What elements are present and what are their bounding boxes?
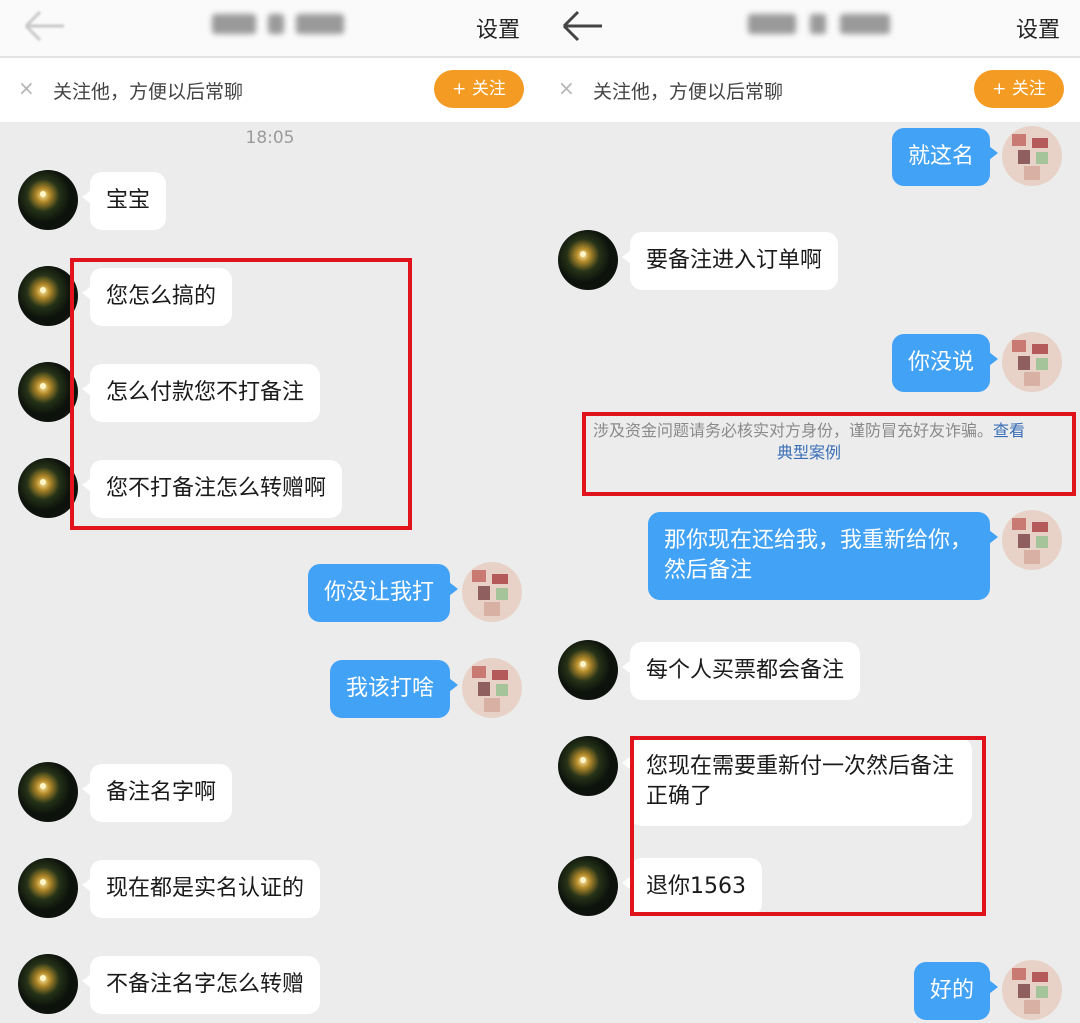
follow-button[interactable]: + 关注 — [434, 70, 524, 108]
right-chat-screen: 设置 × 关注他，方便以后常聊 + 关注 就这名 要备注进入订单啊 你没说 涉及… — [540, 0, 1080, 1023]
contact-avatar[interactable] — [18, 858, 78, 918]
self-avatar[interactable] — [462, 562, 522, 622]
close-icon[interactable]: × — [18, 78, 35, 98]
contact-avatar[interactable] — [18, 362, 78, 422]
self-avatar[interactable] — [1002, 126, 1062, 186]
follow-button[interactable]: + 关注 — [974, 70, 1064, 108]
self-avatar[interactable] — [462, 658, 522, 718]
self-avatar[interactable] — [1002, 332, 1062, 392]
contact-avatar[interactable] — [558, 640, 618, 700]
contact-name-blurred — [748, 10, 890, 38]
settings-button[interactable]: 设置 — [476, 12, 520, 44]
message-bubble: 宝宝 — [81, 172, 167, 230]
message-bubble: 好的 — [913, 962, 999, 1020]
contact-avatar[interactable] — [18, 170, 78, 230]
highlight-box — [630, 736, 986, 916]
contact-avatar[interactable] — [18, 458, 78, 518]
contact-avatar[interactable] — [18, 762, 78, 822]
message-bubble: 我该打啥 — [329, 660, 459, 718]
follow-prompt-bar: × 关注他，方便以后常聊 + 关注 — [0, 58, 540, 122]
contact-name-blurred — [212, 10, 344, 38]
contact-avatar[interactable] — [18, 266, 78, 326]
message-bubble: 不备注名字怎么转赠 — [81, 956, 321, 1014]
message-bubble: 现在都是实名认证的 — [81, 860, 321, 918]
follow-prompt-text: 关注他，方便以后常聊 — [593, 81, 784, 103]
left-chat-screen: 设置 × 关注他，方便以后常聊 + 关注 18:05 宝宝 您怎么搞的 怎么付款… — [0, 0, 540, 1023]
message-timestamp: 18:05 — [245, 128, 295, 148]
highlight-box — [582, 412, 1076, 496]
contact-avatar[interactable] — [18, 954, 78, 1014]
message-bubble: 你没让我打 — [307, 564, 459, 622]
message-bubble: 那你现在还给我，我重新给你，然后备注 — [648, 512, 998, 600]
contact-avatar[interactable] — [558, 856, 618, 916]
contact-avatar[interactable] — [558, 736, 618, 796]
message-bubble: 备注名字啊 — [81, 764, 233, 822]
chat-header: 设置 — [540, 0, 1080, 58]
back-arrow-icon[interactable] — [560, 8, 606, 44]
message-bubble: 就这名 — [891, 128, 999, 186]
contact-avatar[interactable] — [558, 230, 618, 290]
self-avatar[interactable] — [1002, 960, 1062, 1020]
close-icon[interactable]: × — [558, 78, 575, 98]
back-arrow-icon[interactable] — [22, 8, 68, 44]
settings-button[interactable]: 设置 — [1016, 12, 1060, 44]
chat-header: 设置 — [0, 0, 540, 58]
follow-prompt-text: 关注他，方便以后常聊 — [53, 81, 244, 103]
message-bubble: 要备注进入订单啊 — [621, 232, 839, 290]
message-bubble: 你没说 — [891, 334, 999, 392]
highlight-box — [70, 258, 412, 530]
follow-prompt-bar: × 关注他，方便以后常聊 + 关注 — [540, 58, 1080, 122]
self-avatar[interactable] — [1002, 510, 1062, 570]
message-bubble: 每个人买票都会备注 — [621, 642, 861, 700]
